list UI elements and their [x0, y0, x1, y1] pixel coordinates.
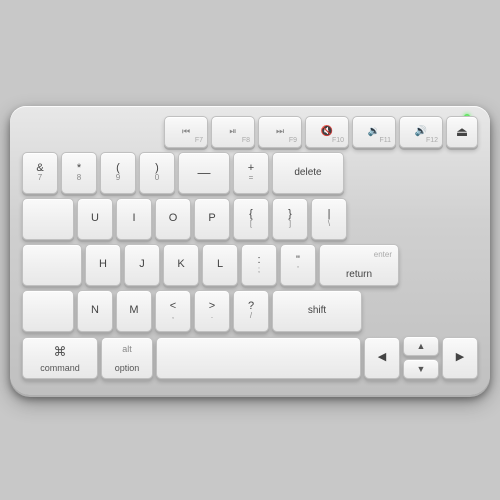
- key-0[interactable]: ) 0: [139, 152, 175, 194]
- key-m[interactable]: M: [116, 290, 152, 332]
- key-p[interactable]: P: [194, 198, 230, 240]
- key-arrow-right[interactable]: ▶: [442, 337, 478, 379]
- key-arrow-up[interactable]: ▲: [403, 336, 439, 356]
- key-f9[interactable]: ⏭ F9: [258, 116, 302, 148]
- key-n[interactable]: N: [77, 290, 113, 332]
- key-h[interactable]: H: [85, 244, 121, 286]
- key-shift-right[interactable]: shift: [272, 290, 362, 332]
- keyboard: ⏮ F7 ⏯ F8 ⏭ F9 🔇 F10 🔉 F11: [10, 106, 490, 395]
- key-i[interactable]: I: [116, 198, 152, 240]
- nm-row: N M < , > . ? / shift: [22, 290, 478, 332]
- key-j[interactable]: J: [124, 244, 160, 286]
- key-f11[interactable]: 🔉 F11: [352, 116, 396, 148]
- fn-row: ⏮ F7 ⏯ F8 ⏭ F9 🔇 F10 🔉 F11: [22, 116, 478, 148]
- uiop-row: U I O P { [ } ] | \: [22, 198, 478, 240]
- key-quote[interactable]: " ': [280, 244, 316, 286]
- key-equals[interactable]: + =: [233, 152, 269, 194]
- key-o[interactable]: O: [155, 198, 191, 240]
- key-rbrace[interactable]: } ]: [272, 198, 308, 240]
- key-tab[interactable]: [22, 198, 74, 240]
- key-u[interactable]: U: [77, 198, 113, 240]
- key-semicolon[interactable]: : ;: [241, 244, 277, 286]
- key-k[interactable]: K: [163, 244, 199, 286]
- hjkl-row: H J K L : ; " ' enter return: [22, 244, 478, 286]
- key-minus[interactable]: —: [178, 152, 230, 194]
- key-f10[interactable]: 🔇 F10: [305, 116, 349, 148]
- key-space[interactable]: [156, 337, 361, 379]
- bottom-row: ⌘ command alt option ◀ ▲ ▼: [22, 336, 478, 379]
- key-lbrace[interactable]: { [: [233, 198, 269, 240]
- key-delete[interactable]: delete: [272, 152, 344, 194]
- key-return[interactable]: enter return: [319, 244, 399, 286]
- arrow-up-down-group: ▲ ▼: [403, 336, 439, 379]
- key-arrow-left[interactable]: ◀: [364, 337, 400, 379]
- key-period[interactable]: > .: [194, 290, 230, 332]
- key-eject[interactable]: ⏏: [446, 116, 478, 148]
- key-option[interactable]: alt option: [101, 337, 153, 379]
- key-f8[interactable]: ⏯ F8: [211, 116, 255, 148]
- number-row: & 7 * 8 ( 9 ) 0 — +: [22, 152, 478, 194]
- key-slash[interactable]: ? /: [233, 290, 269, 332]
- key-command[interactable]: ⌘ command: [22, 337, 98, 379]
- key-comma[interactable]: < ,: [155, 290, 191, 332]
- key-9[interactable]: ( 9: [100, 152, 136, 194]
- key-shift-left[interactable]: [22, 290, 74, 332]
- key-f7[interactable]: ⏮ F7: [164, 116, 208, 148]
- keyboard-rows: ⏮ F7 ⏯ F8 ⏭ F9 🔇 F10 🔉 F11: [22, 116, 478, 379]
- key-arrow-down[interactable]: ▼: [403, 359, 439, 379]
- key-8[interactable]: * 8: [61, 152, 97, 194]
- key-caps-lock[interactable]: [22, 244, 82, 286]
- key-f12[interactable]: 🔊 F12: [399, 116, 443, 148]
- key-backslash[interactable]: | \: [311, 198, 347, 240]
- key-l[interactable]: L: [202, 244, 238, 286]
- key-7[interactable]: & 7: [22, 152, 58, 194]
